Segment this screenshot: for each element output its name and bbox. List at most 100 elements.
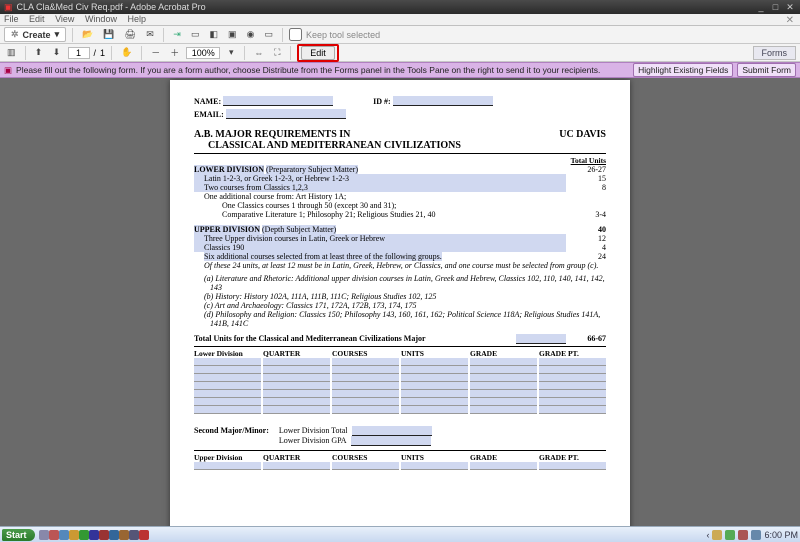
form-message-bar: ▣ Please fill out the following form. If…: [0, 62, 800, 78]
grid-row[interactable]: [194, 462, 606, 470]
total-units-value: 26-27: [566, 165, 606, 174]
name-field[interactable]: [223, 96, 333, 106]
grid-row[interactable]: [194, 398, 606, 406]
id-field[interactable]: [393, 96, 493, 106]
document-workspace[interactable]: NAME: ID #: EMAIL: A.B. MAJOR REQUIREMEN…: [0, 78, 800, 530]
maximize-button[interactable]: □: [769, 2, 781, 12]
page-sep: /: [94, 48, 97, 58]
stamp-icon[interactable]: ◉: [244, 28, 258, 42]
window-title: CLA Cla&Med Civ Req.pdf - Adobe Acrobat …: [17, 2, 206, 12]
app-icon: ▣: [4, 2, 13, 13]
print-icon[interactable]: 🖨: [122, 28, 139, 42]
taskbar-icon[interactable]: [79, 530, 89, 540]
grid-row[interactable]: [194, 382, 606, 390]
clock: 6:00 PM: [764, 530, 798, 540]
total-major-label: Total Units for the Classical and Medite…: [194, 334, 516, 344]
taskbar: Start ‹ 6:00 PM: [0, 526, 800, 542]
forms-panel-tab[interactable]: Forms: [753, 46, 797, 60]
system-tray: ‹ 6:00 PM: [706, 530, 798, 540]
keep-tool-checkbox[interactable]: [289, 28, 302, 41]
taskbar-icon[interactable]: [59, 530, 69, 540]
doc-title: A.B. MAJOR REQUIREMENTS INCLASSICAL AND …: [194, 129, 461, 151]
tray-icon[interactable]: ‹: [706, 530, 709, 540]
page-up-icon[interactable]: ⬆: [32, 46, 46, 60]
grid-row[interactable]: [194, 390, 606, 398]
email-field[interactable]: [226, 109, 346, 119]
sidebar-toggle-icon[interactable]: ▥: [4, 46, 19, 60]
taskbar-icon[interactable]: [69, 530, 79, 540]
menu-view[interactable]: View: [55, 14, 74, 24]
grid-row[interactable]: [194, 406, 606, 414]
form-message: Please fill out the following form. If y…: [16, 65, 600, 75]
fit-page-icon[interactable]: ⛶: [270, 46, 284, 60]
upper-note: Of these 24 units, at least 12 must be i…: [194, 261, 606, 270]
zoom-in-icon[interactable]: ＋: [167, 46, 182, 60]
taskbar-icon[interactable]: [109, 530, 119, 540]
tray-icon[interactable]: [738, 530, 748, 540]
email-label: EMAIL:: [194, 110, 224, 119]
taskbar-icon[interactable]: [99, 530, 109, 540]
menu-window[interactable]: Window: [85, 14, 117, 24]
create-label: Create: [23, 30, 51, 40]
second-major-label: Second Major/Minor:: [194, 426, 269, 446]
start-button[interactable]: Start: [2, 529, 35, 541]
mail-icon[interactable]: ✉: [143, 28, 157, 42]
menu-file[interactable]: File: [4, 14, 19, 24]
window-controls: _ □ ✕: [755, 2, 796, 13]
taskbar-icon[interactable]: [119, 530, 129, 540]
fit-width-icon[interactable]: ⇔: [251, 46, 266, 60]
zoom-dropdown-icon[interactable]: ▾: [224, 46, 238, 60]
menu-bar: File Edit View Window Help: [0, 14, 800, 26]
menu-edit[interactable]: Edit: [29, 14, 45, 24]
save-icon[interactable]: 💾: [100, 28, 117, 42]
grid-row[interactable]: [194, 358, 606, 366]
page-number-input[interactable]: [68, 47, 90, 59]
create-button[interactable]: ✲ Create ▾: [4, 27, 66, 42]
course-grid2-header: Upper DivisionQUARTERCOURSESUNITSGRADEGR…: [194, 453, 606, 462]
page-total: 1: [100, 48, 105, 58]
edit-button[interactable]: Edit: [301, 46, 335, 60]
zoom-input[interactable]: [186, 47, 220, 59]
tray-icon[interactable]: [712, 530, 722, 540]
upper-division-header: UPPER DIVISION: [194, 225, 260, 234]
menu-help[interactable]: Help: [127, 14, 146, 24]
export-icon[interactable]: ⇥: [170, 28, 184, 42]
page-toolbar: ▥ ⬆ ⬇ / 1 ✋ － ＋ ▾ ⇔ ⛶ Edit Forms: [0, 44, 800, 62]
zoom-out-icon[interactable]: －: [148, 46, 163, 60]
school-name: UC DAVIS: [559, 129, 606, 151]
pdf-page: NAME: ID #: EMAIL: A.B. MAJOR REQUIREMEN…: [170, 80, 630, 530]
taskbar-icon[interactable]: [49, 530, 59, 540]
hand-tool-icon[interactable]: ✋: [118, 46, 135, 60]
page-icon[interactable]: ▭: [188, 28, 203, 42]
tray-icon[interactable]: [751, 530, 761, 540]
grid-row[interactable]: [194, 374, 606, 382]
measure-icon[interactable]: ▭: [262, 28, 277, 42]
highlight-fields-button[interactable]: Highlight Existing Fields: [633, 63, 733, 77]
grid-row[interactable]: [194, 366, 606, 374]
taskbar-icon[interactable]: [89, 530, 99, 540]
chevron-down-icon: ▾: [55, 29, 60, 40]
keep-tool-label: Keep tool selected: [306, 30, 380, 40]
taskbar-icon[interactable]: [139, 530, 149, 540]
lower-division-header: LOWER DIVISION: [194, 165, 264, 174]
gear-icon: ✲: [11, 29, 19, 40]
edit-button-highlight: Edit: [297, 44, 339, 62]
course-grid-header: Lower DivisionQUARTERCOURSESUNITSGRADEGR…: [194, 349, 606, 358]
info-icon: ▣: [4, 65, 12, 76]
tag-icon[interactable]: ◧: [206, 28, 221, 42]
total-units-header: Total Units: [571, 156, 606, 165]
minimize-button[interactable]: _: [755, 2, 767, 12]
primary-toolbar: ✲ Create ▾ 📂 💾 🖨 ✉ ⇥ ▭ ◧ ▣ ◉ ▭ Keep tool…: [0, 26, 800, 44]
snapshot-icon[interactable]: ▣: [225, 28, 240, 42]
taskbar-icon[interactable]: [129, 530, 139, 540]
doc-close-icon[interactable]: ✕: [786, 15, 794, 26]
tray-icon[interactable]: [725, 530, 735, 540]
page-down-icon[interactable]: ⬇: [50, 46, 64, 60]
submit-form-button[interactable]: Submit Form: [737, 63, 796, 77]
taskbar-icon[interactable]: [39, 530, 49, 540]
open-icon[interactable]: 📂: [79, 28, 96, 42]
name-label: NAME:: [194, 97, 221, 106]
id-label: ID #:: [373, 97, 391, 106]
title-bar: ▣ CLA Cla&Med Civ Req.pdf - Adobe Acroba…: [0, 0, 800, 14]
close-button[interactable]: ✕: [784, 2, 796, 13]
